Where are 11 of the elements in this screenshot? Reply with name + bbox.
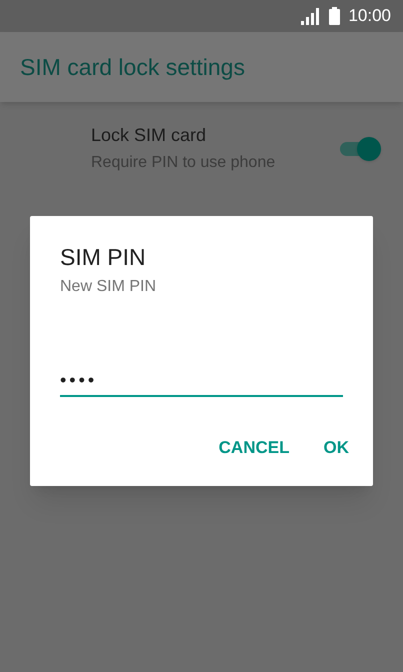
pin-field[interactable]: •••• xyxy=(60,365,343,397)
dialog-button[interactable]: OK xyxy=(312,427,361,468)
toggle-switch[interactable] xyxy=(339,136,381,162)
signal-icon xyxy=(301,8,322,24)
app-bar-title: SIM card lock settings xyxy=(20,52,245,82)
status-time: 10:00 xyxy=(348,5,391,28)
dialog-button[interactable]: CANCEL xyxy=(206,427,302,468)
battery-icon xyxy=(329,7,340,25)
dialog-message: New SIM PIN xyxy=(60,277,158,297)
setting-title: Lock SIM card xyxy=(91,124,208,147)
dialog-title: SIM PIN xyxy=(60,243,147,271)
